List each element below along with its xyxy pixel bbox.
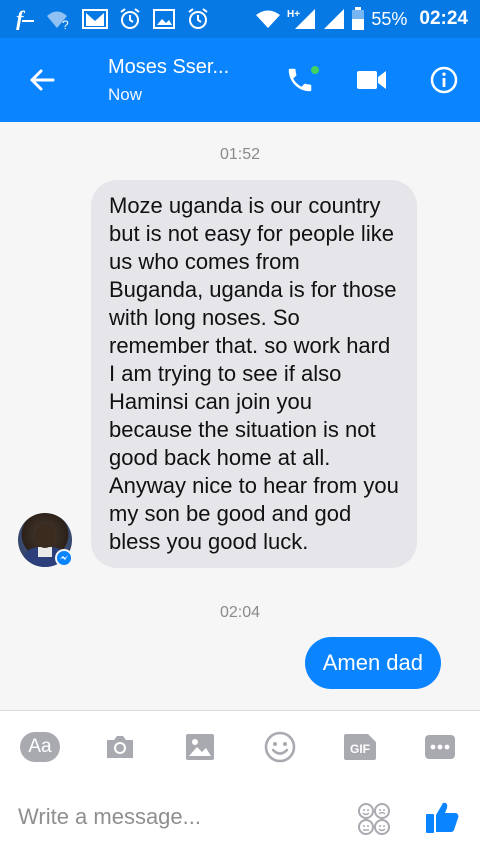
back-arrow-icon [30,69,55,91]
back-button[interactable] [0,38,84,122]
emoji-icon [264,731,296,763]
thumbs-up-icon [426,802,459,833]
battery-percent: 55% [371,8,408,29]
contact-info[interactable]: Moses Sser... Now [84,56,264,105]
composer-toolbar: Aa GIF [0,711,480,783]
aa-label: Aa [20,732,60,762]
system-status: H+ 55% 02:24 [255,7,480,31]
gallery-icon [186,734,214,760]
info-icon [430,66,458,94]
notification-icons: f ? [0,7,210,31]
camera-icon [107,736,133,758]
signal-icon [323,8,345,30]
alarm-icon [186,7,210,31]
conversation-info-button[interactable] [408,38,480,122]
message-input[interactable] [10,791,340,843]
svg-text:?: ? [62,18,69,30]
battery-icon [351,7,365,31]
like-button[interactable] [424,799,464,839]
message-timestamp: 02:04 [219,604,261,621]
video-call-button[interactable] [336,38,408,122]
emoji-picker-button[interactable] [260,729,300,765]
camera-button[interactable] [100,729,140,765]
contact-name: Moses Sser... [108,55,230,78]
clock: 02:24 [419,8,468,29]
more-icon [425,735,455,759]
svg-text:f: f [16,8,26,30]
message-composer: Aa GIF [0,710,480,854]
wifi-question-icon: ? [46,8,72,30]
voice-call-button[interactable] [264,38,336,122]
gif-button[interactable]: GIF [340,729,380,765]
status-bar: f ? H+ 55% 02:24 [0,0,480,38]
message-timestamp: 01:52 [219,146,261,163]
outgoing-message-bubble[interactable]: Amen dad [304,637,441,689]
image-icon [152,8,176,30]
presence-status: Now [108,84,143,104]
header-actions [264,38,480,122]
gmail-icon [82,8,108,30]
incoming-message-bubble[interactable]: Moze uganda is our country but is not ea… [91,180,417,568]
alarm-icon [118,7,142,31]
gif-label: GIF [350,742,370,756]
messenger-badge-icon [55,549,73,567]
mobile-network-icon: H+ [287,7,317,31]
gif-icon: GIF [344,734,376,760]
facebook-icon: f [14,8,36,30]
network-type-label: H+ [287,9,300,20]
online-indicator [311,66,319,74]
more-options-button[interactable] [420,729,460,765]
video-icon [357,71,386,89]
message-list[interactable]: 01:52 Moze uganda is our country but is … [0,122,480,710]
gallery-button[interactable] [180,729,220,765]
sticker-button[interactable] [356,801,392,837]
conversation-header: Moses Sser... Now [0,38,480,122]
wifi-icon [255,9,281,29]
text-format-button[interactable]: Aa [20,729,60,765]
sticker-icon [358,803,390,835]
